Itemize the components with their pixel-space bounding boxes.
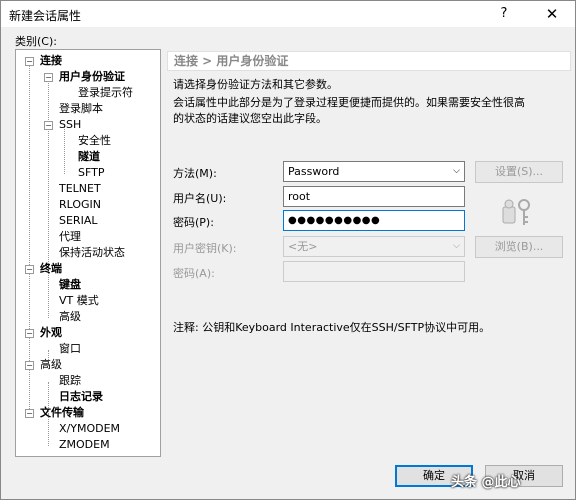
tree-item-serial[interactable]: SERIAL [59,213,97,229]
tree-item-advanced[interactable]: 高级 [40,357,62,373]
collapse-icon[interactable]: − [25,265,34,274]
tree-item-security[interactable]: 安全性 [78,133,111,149]
tree-item-login-prompt[interactable]: 登录提示符 [78,85,133,101]
method-label: 方法(M): [173,167,217,180]
password-input[interactable]: ●●●●●●●●●● [283,210,465,231]
user-key-select[interactable]: <无> ⌵ [283,236,465,257]
category-label: 类别(C): [15,35,57,48]
tree-item-login-script[interactable]: 登录脚本 [59,101,103,117]
category-tree[interactable]: − 连接 − 用户身份验证 登录提示符 登录脚本 − SSH 安全性 隧道 SF… [15,49,161,457]
collapse-icon[interactable]: − [44,73,53,82]
panel-description: 会话属性中此部分是为了登录过程更便捷而提供的。如果需要安全性很高 [173,96,525,109]
tree-item-keyboard[interactable]: 键盘 [59,277,81,293]
close-button[interactable]: ✕ [539,4,565,24]
chevron-down-icon: ⌵ [453,241,460,251]
tree-item-logging[interactable]: 日志记录 [59,389,103,405]
user-key-label: 用户密钥(K): [173,242,237,255]
user-key-icon [502,199,530,225]
panel-description: 的状态的话建议您空出此字段。 [173,112,327,125]
tree-item-proxy[interactable]: 代理 [59,229,81,245]
tree-item-xymodem[interactable]: X/YMODEM [59,421,120,437]
tree-item-telnet[interactable]: TELNET [59,181,101,197]
help-button[interactable]: ? [491,4,517,24]
tree-item-appearance[interactable]: 外观 [40,325,62,341]
method-value: Password [288,165,340,178]
panel-description: 请选择身份验证方法和其它参数。 [173,78,338,91]
tree-item-tunnel[interactable]: 隧道 [78,149,100,165]
tree-item-window[interactable]: 窗口 [59,341,81,357]
note-text: 注释: 公钥和Keyboard Interactive仅在SSH/SFTP协议中… [173,321,491,334]
title-bar: 新建会话属性 ? ✕ [1,1,575,27]
tree-item-zmodem[interactable]: ZMODEM [59,437,110,453]
tree-item-rlogin[interactable]: RLOGIN [59,197,101,213]
tree-item-vt-mode[interactable]: VT 模式 [59,293,99,309]
tree-item-advanced[interactable]: 高级 [59,309,81,325]
browse-button[interactable]: 浏览(B)... [475,236,563,258]
panel-breadcrumb: 连接 > 用户身份验证 [167,51,571,71]
method-select[interactable]: Password ⌵ [283,161,465,182]
tree-item-user-auth[interactable]: 用户身份验证 [59,69,125,85]
setup-button[interactable]: 设置(S)... [475,161,563,183]
passphrase-input[interactable] [283,261,465,282]
tree-line [64,126,65,174]
tree-line [48,270,49,318]
collapse-icon[interactable]: − [25,329,34,338]
collapse-icon[interactable]: − [25,361,34,370]
user-key-value: <无> [288,240,318,253]
tree-item-terminal[interactable]: 终端 [40,261,62,277]
tree-line [48,78,49,278]
collapse-icon[interactable]: − [44,121,53,130]
tree-item-connection[interactable]: 连接 [40,53,62,69]
session-properties-dialog: 新建会话属性 ? ✕ 类别(C): − 连接 − 用户身份验证 登录提示符 登录… [0,0,576,500]
watermark: 头条 @此心 [451,475,521,490]
chevron-down-icon: ⌵ [453,166,460,176]
password-label: 密码(P): [173,216,214,229]
collapse-icon[interactable]: − [25,57,34,66]
tree-item-trace[interactable]: 跟踪 [59,373,81,389]
tree-item-sftp[interactable]: SFTP [78,165,104,181]
username-label: 用户名(U): [173,192,227,205]
username-input[interactable]: root [283,186,465,207]
passphrase-label: 密码(A): [173,267,215,280]
collapse-icon[interactable]: − [25,409,34,418]
tree-item-ssh[interactable]: SSH [59,117,81,133]
tree-item-keepalive[interactable]: 保持活动状态 [59,245,125,261]
window-title: 新建会话属性 [9,9,82,23]
tree-item-file-transfer[interactable]: 文件传输 [40,405,84,421]
